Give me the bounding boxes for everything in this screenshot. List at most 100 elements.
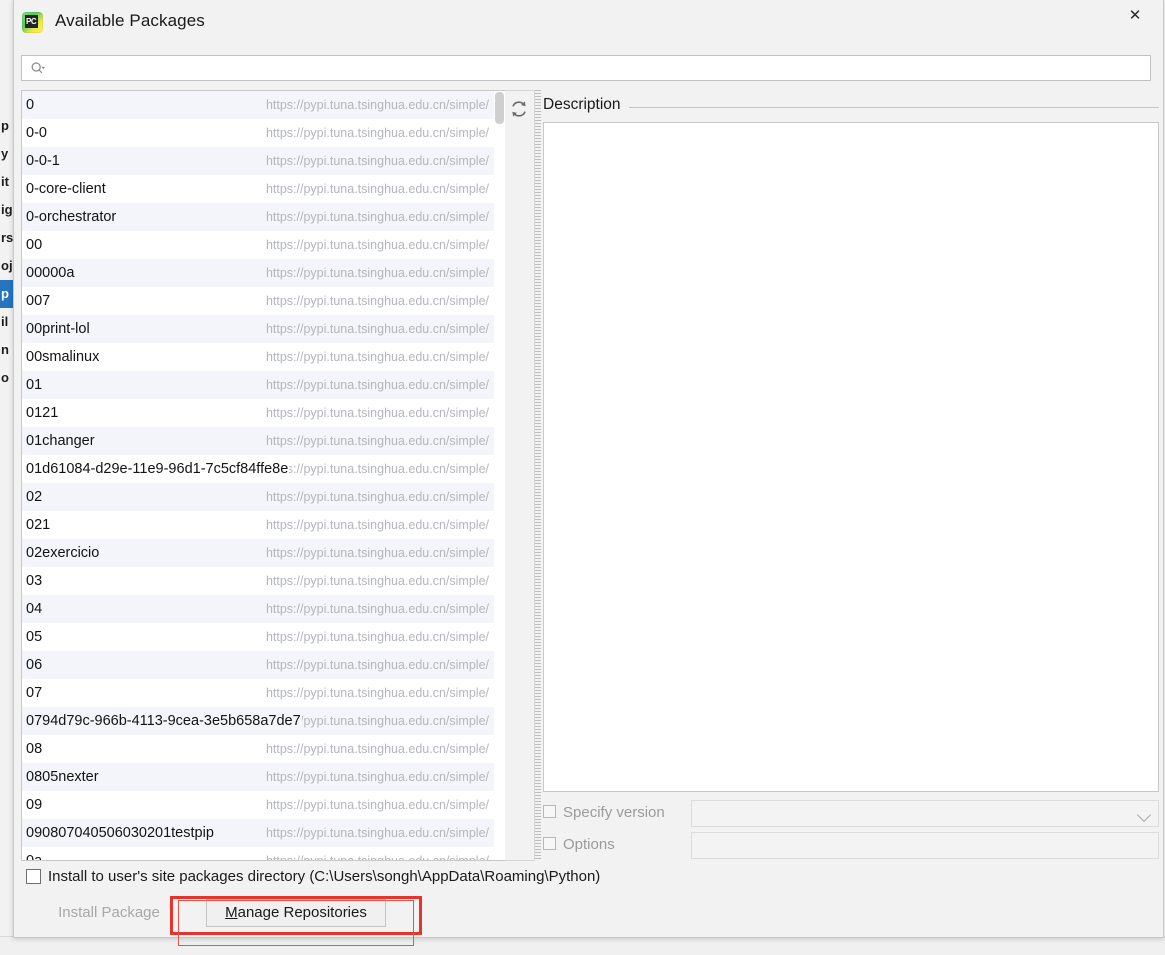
package-name: 0-0-1	[26, 147, 61, 175]
package-list-item[interactable]: https://pypi.tuna.tsinghua.edu.cn/simple…	[22, 595, 494, 623]
package-name: 0-orchestrator	[26, 203, 118, 231]
package-name: 021	[26, 511, 52, 539]
manage-repositories-label: anage Repositories	[237, 904, 367, 921]
package-repo-url: https://pypi.tuna.tsinghua.edu.cn/simple…	[265, 126, 489, 140]
package-name: 00print-lol	[26, 315, 91, 343]
options-input[interactable]	[691, 832, 1159, 859]
search-input[interactable]	[52, 56, 1146, 82]
install-package-button[interactable]: Install Package	[23, 899, 195, 927]
close-icon[interactable]: ✕	[1113, 0, 1157, 30]
screen: p y it ig rs oj p il n o PC Available Packages ✕	[0, 0, 1165, 955]
package-name: 03	[26, 567, 44, 595]
manage-repositories-button[interactable]: Manage Repositories	[206, 899, 386, 927]
dialog-titlebar: PC Available Packages ✕	[14, 0, 1163, 46]
install-to-user-checkbox[interactable]	[26, 869, 41, 884]
package-repo-url: https://pypi.tuna.tsinghua.edu.cn/simple…	[265, 574, 489, 588]
specify-version-label: Specify version	[563, 804, 665, 821]
package-repo-url: https://pypi.tuna.tsinghua.edu.cn/simple…	[265, 98, 489, 112]
package-list-item[interactable]: https://pypi.tuna.tsinghua.edu.cn/simple…	[22, 287, 494, 315]
package-list-item[interactable]: https://pypi.tuna.tsinghua.edu.cn/simple…	[22, 735, 494, 763]
package-list-item[interactable]: https://pypi.tuna.tsinghua.edu.cn/simple…	[22, 679, 494, 707]
package-name: 0-core-client	[26, 175, 107, 203]
description-header: Description	[543, 96, 1159, 122]
package-list-scrollbar[interactable]	[494, 90, 505, 861]
package-list-item[interactable]: https://pypi.tuna.tsinghua.edu.cn/simple…	[22, 427, 494, 455]
package-name: 0121	[26, 399, 60, 427]
package-list-item[interactable]: https://pypi.tuna.tsinghua.edu.cn/simple…	[22, 483, 494, 511]
package-name: 08	[26, 735, 44, 763]
refresh-icon[interactable]	[509, 99, 529, 119]
package-list-item[interactable]: https://pypi.tuna.tsinghua.edu.cn/simple…	[22, 651, 494, 679]
package-list-item[interactable]: https://pypi.tuna.tsinghua.edu.cn/simple…	[22, 847, 494, 861]
package-list-item[interactable]: https://pypi.tuna.tsinghua.edu.cn/simple…	[22, 147, 494, 175]
package-list-item[interactable]: https://pypi.tuna.tsinghua.edu.cn/simple…	[22, 315, 494, 343]
background-left-text: p y it ig rs oj p il n o	[0, 112, 13, 392]
search-box[interactable]	[21, 55, 1151, 82]
package-name: 04	[26, 595, 44, 623]
specify-version-row: Specify version	[543, 800, 1163, 828]
package-repo-url: https://pypi.tuna.tsinghua.edu.cn/simple…	[265, 406, 489, 420]
background-left-letter: p	[0, 280, 13, 308]
package-name: 00000a	[26, 259, 76, 287]
specify-version-combobox[interactable]	[691, 800, 1159, 827]
specify-version-checkbox[interactable]	[543, 805, 556, 818]
package-name: 007	[26, 287, 52, 315]
package-name: 00	[26, 231, 44, 259]
install-to-user-label: Install to user's site packages director…	[48, 868, 601, 885]
package-list-item[interactable]: https://pypi.tuna.tsinghua.edu.cn/simple…	[22, 371, 494, 399]
options-row: Options	[543, 832, 1163, 860]
package-repo-url: https://pypi.tuna.tsinghua.edu.cn/simple…	[265, 434, 489, 448]
package-name: 0794d79c-966b-4113-9cea-3e5b658a7de7	[26, 707, 302, 735]
package-list-item[interactable]: https://pypi.tuna.tsinghua.edu.cn/simple…	[22, 343, 494, 371]
package-list-item[interactable]: https://pypi.tuna.tsinghua.edu.cn/simple…	[22, 511, 494, 539]
package-name: 0-0	[26, 119, 48, 147]
package-name: 0a	[26, 847, 44, 860]
background-left-letter: p	[1, 118, 9, 133]
package-list-item[interactable]: https://pypi.tuna.tsinghua.edu.cn/simple…	[22, 623, 494, 651]
package-list-item[interactable]: https://pypi.tuna.tsinghua.edu.cn/simple…	[22, 819, 494, 847]
package-repo-url: https://pypi.tuna.tsinghua.edu.cn/simple…	[265, 770, 489, 784]
package-repo-url: https://pypi.tuna.tsinghua.edu.cn/simple…	[265, 546, 489, 560]
package-name: 01d61084-d29e-11e9-96d1-7c5cf84ffe8e	[26, 455, 290, 483]
panel-splitter[interactable]	[535, 90, 541, 861]
package-list-item[interactable]: https://pypi.tuna.tsinghua.edu.cn/simple…	[22, 91, 494, 119]
search-icon	[31, 62, 45, 74]
package-repo-url: https://pypi.tuna.tsinghua.edu.cn/simple…	[265, 490, 489, 504]
package-list-item[interactable]: https://pypi.tuna.tsinghua.edu.cn/simple…	[22, 455, 494, 483]
background-left-letter: il	[1, 314, 9, 329]
package-list-item[interactable]: https://pypi.tuna.tsinghua.edu.cn/simple…	[22, 399, 494, 427]
package-name: 07	[26, 679, 44, 707]
package-repo-url: https://pypi.tuna.tsinghua.edu.cn/simple…	[265, 798, 489, 812]
package-name: 01changer	[26, 427, 96, 455]
package-name: 090807040506030201testpip	[26, 819, 215, 847]
background-bottom-bar	[0, 936, 1165, 955]
package-list-item[interactable]: https://pypi.tuna.tsinghua.edu.cn/simple…	[22, 119, 494, 147]
package-list-item[interactable]: https://pypi.tuna.tsinghua.edu.cn/simple…	[22, 203, 494, 231]
package-repo-url: https://pypi.tuna.tsinghua.edu.cn/simple…	[265, 602, 489, 616]
description-rule	[629, 107, 1159, 108]
description-body	[543, 122, 1159, 792]
package-list-item[interactable]: https://pypi.tuna.tsinghua.edu.cn/simple…	[22, 791, 494, 819]
package-repo-url: https://pypi.tuna.tsinghua.edu.cn/simple…	[265, 238, 489, 252]
background-left-letter: it	[1, 174, 9, 189]
pycharm-icon-label: PC	[26, 17, 37, 26]
package-list-item[interactable]: https://pypi.tuna.tsinghua.edu.cn/simple…	[22, 539, 494, 567]
package-repo-url: https://pypi.tuna.tsinghua.edu.cn/simple…	[265, 854, 489, 861]
background-left-letter: ig	[1, 202, 13, 217]
package-list-item[interactable]: https://pypi.tuna.tsinghua.edu.cn/simple…	[22, 567, 494, 595]
package-list[interactable]: https://pypi.tuna.tsinghua.edu.cn/simple…	[21, 90, 494, 861]
package-repo-url: https://pypi.tuna.tsinghua.edu.cn/simple…	[265, 182, 489, 196]
package-list-item[interactable]: https://pypi.tuna.tsinghua.edu.cn/simple…	[22, 707, 494, 735]
package-name: 00smalinux	[26, 343, 101, 371]
package-list-item[interactable]: https://pypi.tuna.tsinghua.edu.cn/simple…	[22, 231, 494, 259]
package-list-item[interactable]: https://pypi.tuna.tsinghua.edu.cn/simple…	[22, 259, 494, 287]
pycharm-icon: PC	[22, 12, 43, 33]
package-repo-url: https://pypi.tuna.tsinghua.edu.cn/simple…	[265, 462, 489, 476]
package-list-item[interactable]: https://pypi.tuna.tsinghua.edu.cn/simple…	[22, 175, 494, 203]
dialog-title: Available Packages	[55, 11, 205, 30]
package-list-item[interactable]: https://pypi.tuna.tsinghua.edu.cn/simple…	[22, 763, 494, 791]
options-checkbox[interactable]	[543, 837, 556, 850]
package-list-scroll-thumb[interactable]	[495, 92, 504, 124]
background-left-letter: o	[1, 370, 9, 385]
package-name: 09	[26, 791, 44, 819]
